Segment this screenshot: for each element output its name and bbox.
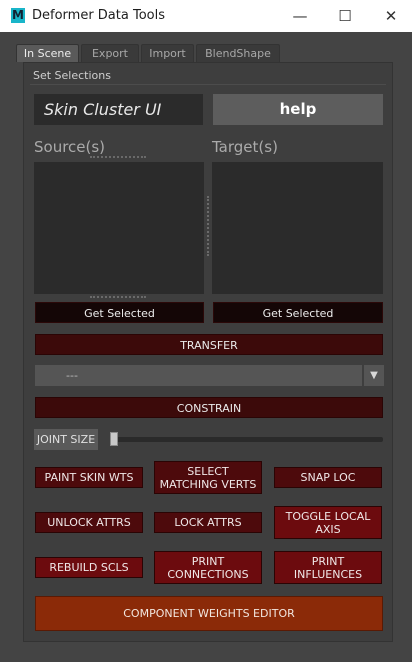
maximize-icon[interactable]: ☐ xyxy=(330,4,360,28)
splitter-handle[interactable] xyxy=(207,196,209,256)
method-dropdown[interactable]: --- xyxy=(35,365,362,386)
window-title: Deformer Data Tools xyxy=(32,8,165,23)
lock-attrs-button[interactable]: LOCK ATTRS xyxy=(154,512,262,533)
dropdown-arrow-icon[interactable]: ▼ xyxy=(364,365,384,386)
set-selections-label: Set Selections xyxy=(33,69,111,82)
maya-app-icon: M xyxy=(11,8,25,23)
source-list[interactable] xyxy=(34,162,204,294)
source-resize-handle-top[interactable] xyxy=(90,156,146,158)
help-button[interactable]: help xyxy=(213,94,383,125)
get-selected-target-button[interactable]: Get Selected xyxy=(213,302,383,323)
select-matching-verts-button[interactable]: SELECT MATCHING VERTS xyxy=(154,461,262,494)
skin-cluster-name-field[interactable]: Skin Cluster UI xyxy=(34,94,203,125)
joint-size-slider-handle[interactable] xyxy=(110,432,118,446)
print-connections-button[interactable]: PRINT CONNECTIONS xyxy=(154,551,262,584)
joint-size-label: JOINT SIZE xyxy=(34,429,98,450)
tab-blendshape[interactable]: BlendShape xyxy=(196,44,280,62)
toggle-local-axis-button[interactable]: TOGGLE LOCAL AXIS xyxy=(274,506,382,539)
constrain-button[interactable]: CONSTRAIN xyxy=(35,397,383,418)
target-label: Target(s) xyxy=(212,138,278,156)
component-weights-editor-button[interactable]: COMPONENT WEIGHTS EDITOR xyxy=(35,596,383,631)
target-list[interactable] xyxy=(212,162,383,294)
joint-size-slider[interactable] xyxy=(113,437,383,442)
paint-skin-wts-button[interactable]: PAINT SKIN WTS xyxy=(35,467,143,488)
rebuild-scls-button[interactable]: REBUILD SCLS xyxy=(35,557,143,578)
close-icon[interactable]: ✕ xyxy=(376,4,406,28)
print-influences-button[interactable]: PRINT INFLUENCES xyxy=(274,551,382,584)
snap-loc-button[interactable]: SNAP LOC xyxy=(274,467,382,488)
window-titlebar[interactable]: M Deformer Data Tools — ☐ ✕ xyxy=(0,0,412,32)
source-resize-handle-bottom[interactable] xyxy=(90,296,146,298)
minimize-icon[interactable]: — xyxy=(285,4,315,28)
get-selected-source-button[interactable]: Get Selected xyxy=(35,302,204,323)
unlock-attrs-button[interactable]: UNLOCK ATTRS xyxy=(35,512,143,533)
tab-import[interactable]: Import xyxy=(141,44,194,62)
transfer-button[interactable]: TRANSFER xyxy=(35,334,383,355)
source-label: Source(s) xyxy=(34,138,106,156)
group-divider xyxy=(30,84,386,85)
tab-export[interactable]: Export xyxy=(81,44,139,62)
tab-in-scene[interactable]: In Scene xyxy=(16,44,79,62)
